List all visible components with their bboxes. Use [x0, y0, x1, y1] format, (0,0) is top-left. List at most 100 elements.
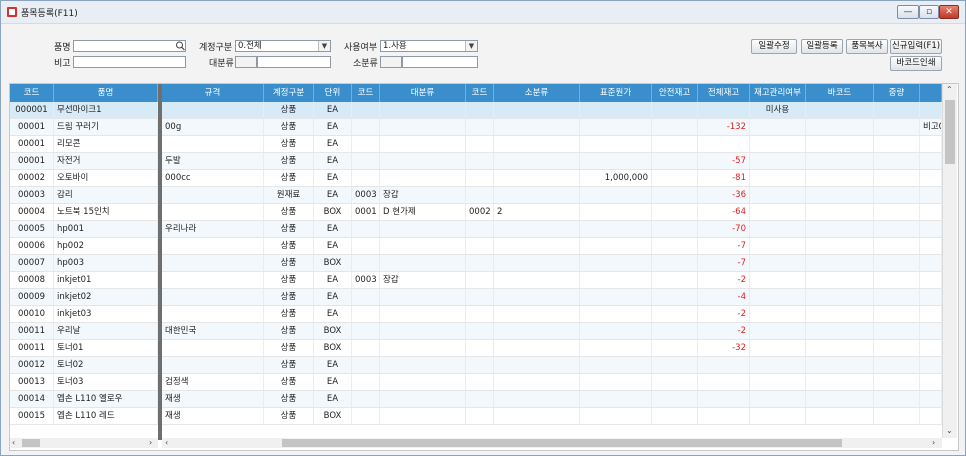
table-row[interactable]: 00001 자전거 두발 상품 EA -57: [10, 153, 942, 170]
cell-weight[interactable]: [874, 272, 920, 288]
cell-scode[interactable]: [466, 323, 494, 339]
cell-spec[interactable]: 검정색: [162, 374, 264, 390]
cell-acct[interactable]: 상품: [264, 119, 314, 135]
cell-unit[interactable]: EA: [314, 136, 352, 152]
cell-name[interactable]: hp002: [54, 238, 158, 254]
cell-minor[interactable]: [494, 187, 580, 203]
cell-acct[interactable]: 상품: [264, 306, 314, 322]
cell-extra[interactable]: [920, 272, 942, 288]
cell-major[interactable]: [380, 323, 466, 339]
cell-acct[interactable]: 상품: [264, 170, 314, 186]
cell-mcode[interactable]: 0001: [352, 204, 380, 220]
cell-barcode[interactable]: [806, 170, 874, 186]
table-row[interactable]: 00013 토너03 검정색 상품 EA: [10, 374, 942, 391]
cell-mcode[interactable]: 0003: [352, 187, 380, 203]
cell-mcode[interactable]: [352, 238, 380, 254]
cell-minor[interactable]: 2: [494, 204, 580, 220]
cell-stockmgmt[interactable]: [750, 204, 806, 220]
bulk-register-button[interactable]: 일괄등록: [801, 39, 843, 54]
cell-acct[interactable]: 원재료: [264, 187, 314, 203]
cell-weight[interactable]: [874, 357, 920, 373]
cell-minor[interactable]: [494, 306, 580, 322]
cell-cost[interactable]: [580, 306, 652, 322]
cell-acct[interactable]: 상품: [264, 221, 314, 237]
table-row[interactable]: 00002 오토바이 000cc 상품 EA 1,000,000 -81: [10, 170, 942, 187]
column-header-total[interactable]: 전체재고: [698, 84, 750, 102]
cell-total[interactable]: -36: [698, 187, 750, 203]
cell-cost[interactable]: [580, 136, 652, 152]
close-button[interactable]: ✕: [939, 5, 959, 19]
cell-barcode[interactable]: [806, 272, 874, 288]
cell-spec[interactable]: [162, 187, 264, 203]
cell-safety[interactable]: [652, 323, 698, 339]
cell-scode[interactable]: [466, 408, 494, 424]
cell-weight[interactable]: [874, 153, 920, 169]
cell-spec[interactable]: 두발: [162, 153, 264, 169]
cell-cost[interactable]: [580, 238, 652, 254]
cell-total[interactable]: [698, 374, 750, 390]
column-header-major[interactable]: 대분류: [380, 84, 466, 102]
cell-code[interactable]: 00001: [10, 153, 54, 169]
cell-weight[interactable]: [874, 170, 920, 186]
cell-stockmgmt[interactable]: [750, 306, 806, 322]
cell-total[interactable]: -132: [698, 119, 750, 135]
cell-scode[interactable]: [466, 289, 494, 305]
cell-safety[interactable]: [652, 357, 698, 373]
cell-minor[interactable]: [494, 408, 580, 424]
cell-minor[interactable]: [494, 102, 580, 118]
cell-spec[interactable]: [162, 357, 264, 373]
cell-major[interactable]: [380, 170, 466, 186]
cell-total[interactable]: -7: [698, 238, 750, 254]
cell-stockmgmt[interactable]: [750, 374, 806, 390]
cell-stockmgmt[interactable]: [750, 357, 806, 373]
cell-mcode[interactable]: [352, 374, 380, 390]
table-row[interactable]: 00012 토너02 상품 EA: [10, 357, 942, 374]
cell-cost[interactable]: [580, 204, 652, 220]
cell-safety[interactable]: [652, 374, 698, 390]
bulk-edit-button[interactable]: 일괄수정: [751, 39, 797, 54]
cell-weight[interactable]: [874, 136, 920, 152]
cell-spec[interactable]: [162, 136, 264, 152]
cell-acct[interactable]: 상품: [264, 391, 314, 407]
cell-stockmgmt[interactable]: [750, 289, 806, 305]
cell-spec[interactable]: [162, 102, 264, 118]
cell-major[interactable]: [380, 136, 466, 152]
cell-safety[interactable]: [652, 306, 698, 322]
cell-name[interactable]: 엡손 L110 옐로우: [54, 391, 158, 407]
cell-code[interactable]: 00013: [10, 374, 54, 390]
column-header-extra[interactable]: [920, 84, 942, 102]
cell-scode[interactable]: [466, 153, 494, 169]
minor-category-code[interactable]: [380, 56, 402, 68]
cell-stockmgmt[interactable]: [750, 136, 806, 152]
cell-spec[interactable]: 재생: [162, 408, 264, 424]
cell-safety[interactable]: [652, 204, 698, 220]
new-input-button[interactable]: 신규입력(F1): [890, 39, 942, 54]
cell-weight[interactable]: [874, 408, 920, 424]
cell-acct[interactable]: 상품: [264, 272, 314, 288]
cell-weight[interactable]: [874, 238, 920, 254]
cell-acct[interactable]: 상품: [264, 204, 314, 220]
cell-unit[interactable]: EA: [314, 170, 352, 186]
cell-unit[interactable]: BOX: [314, 204, 352, 220]
cell-minor[interactable]: [494, 170, 580, 186]
cell-minor[interactable]: [494, 374, 580, 390]
cell-barcode[interactable]: [806, 357, 874, 373]
cell-weight[interactable]: [874, 306, 920, 322]
cell-acct[interactable]: 상품: [264, 340, 314, 356]
cell-minor[interactable]: [494, 255, 580, 271]
cell-total[interactable]: [698, 408, 750, 424]
cell-extra[interactable]: [920, 323, 942, 339]
cell-barcode[interactable]: [806, 391, 874, 407]
vertical-scroll-thumb[interactable]: [945, 100, 955, 164]
major-category-input[interactable]: [257, 56, 331, 68]
cell-barcode[interactable]: [806, 289, 874, 305]
cell-stockmgmt[interactable]: [750, 170, 806, 186]
cell-total[interactable]: [698, 102, 750, 118]
cell-safety[interactable]: [652, 238, 698, 254]
cell-cost[interactable]: [580, 187, 652, 203]
cell-extra[interactable]: [920, 238, 942, 254]
cell-extra[interactable]: [920, 204, 942, 220]
cell-safety[interactable]: [652, 255, 698, 271]
cell-scode[interactable]: [466, 306, 494, 322]
horizontal-scroll-thumb[interactable]: [282, 439, 842, 447]
